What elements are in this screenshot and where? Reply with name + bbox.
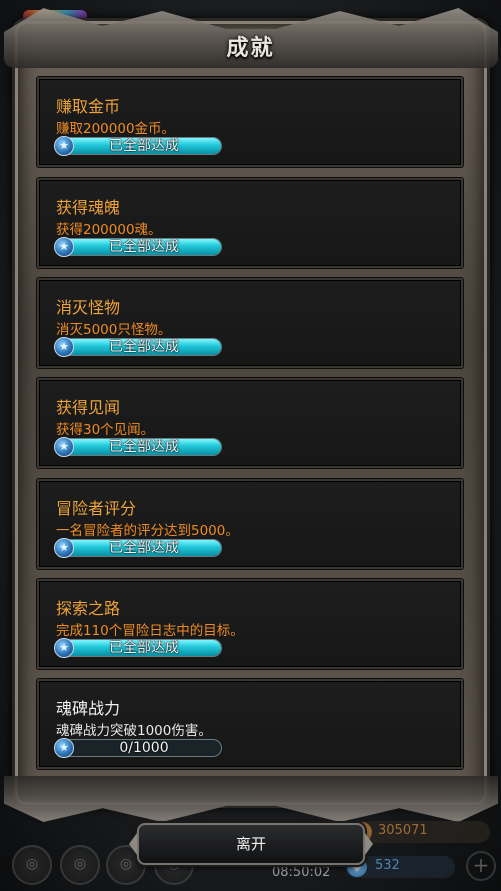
achievement-desc: 魂碑战力突破1000伤害。 (56, 723, 212, 739)
achievement-card[interactable]: 获得魂魄 获得200000魂。 已全部达成 ★ (37, 178, 463, 268)
leave-button[interactable]: 离开 (137, 823, 365, 865)
progress-bar: 已全部达成 (56, 639, 222, 657)
achievement-card[interactable]: 魂碑战力 魂碑战力突破1000伤害。 0/1000 ★ (37, 679, 463, 769)
achievement-name: 魂碑战力 (56, 699, 121, 718)
achievement-card[interactable]: 冒险者评分 一名冒险者的评分达到5000。 已全部达成 ★ (37, 479, 463, 569)
plus-icon[interactable]: + (466, 851, 496, 881)
progress-label: 已全部达成 (109, 339, 179, 355)
achievement-name: 获得魂魄 (56, 198, 121, 217)
progress-label: 已全部达成 (109, 138, 179, 154)
panel-title: 成就 (226, 35, 275, 61)
achievement-card[interactable]: 获得见闻 获得30个见闻。 已全部达成 ★ (37, 378, 463, 468)
achievement-name: 赚取金币 (56, 97, 121, 116)
menu-icon[interactable]: ◎ (12, 845, 52, 885)
menu-icon[interactable]: ◎ (60, 845, 100, 885)
progress-label: 已全部达成 (109, 239, 179, 255)
progress-label: 已全部达成 (109, 540, 179, 556)
star-medal-icon: ★ (54, 738, 74, 758)
achievement-card[interactable]: 赚取金币 赚取200000金币。 已全部达成 ★ (37, 77, 463, 167)
gold-value: 305071 (378, 823, 428, 838)
achievement-name: 冒险者评分 (56, 499, 137, 518)
achievement-desc: 获得30个见闻。 (56, 422, 155, 438)
progress-bar: 已全部达成 (56, 338, 222, 356)
star-medal-icon: ★ (54, 136, 74, 156)
achievement-desc: 一名冒险者的评分达到5000。 (56, 523, 239, 539)
achievement-name: 探索之路 (56, 599, 121, 618)
achievement-card[interactable]: 消灭怪物 消灭5000只怪物。 已全部达成 ★ (37, 278, 463, 368)
gem-value: 532 (375, 858, 400, 873)
progress-bar: 0/1000 (56, 739, 222, 757)
gold-counter: ◉ 305071 (350, 821, 490, 843)
achievement-desc: 消灭5000只怪物。 (56, 322, 172, 338)
progress-label: 已全部达成 (109, 439, 179, 455)
achievement-desc: 获得200000魂。 (56, 222, 162, 238)
progress-bar: 已全部达成 (56, 539, 222, 557)
star-medal-icon: ★ (54, 538, 74, 558)
progress-bar: 已全部达成 (56, 238, 222, 256)
progress-label: 已全部达成 (109, 640, 179, 656)
achievement-card[interactable]: 探索之路 完成110个冒险日志中的目标。 已全部达成 ★ (37, 579, 463, 669)
star-medal-icon: ★ (54, 638, 74, 658)
achievement-name: 消灭怪物 (56, 298, 121, 317)
progress-bar: 已全部达成 (56, 438, 222, 456)
star-medal-icon: ★ (54, 337, 74, 357)
star-medal-icon: ★ (54, 437, 74, 457)
achievement-name: 获得见闻 (56, 398, 121, 417)
progress-label: 0/1000 (119, 740, 169, 756)
star-medal-icon: ★ (54, 237, 74, 257)
clock: 08:50:02 (272, 865, 331, 880)
progress-bar: 已全部达成 (56, 137, 222, 155)
achievement-desc: 完成110个冒险日志中的目标。 (56, 623, 244, 639)
achievement-desc: 赚取200000金币。 (56, 121, 176, 137)
